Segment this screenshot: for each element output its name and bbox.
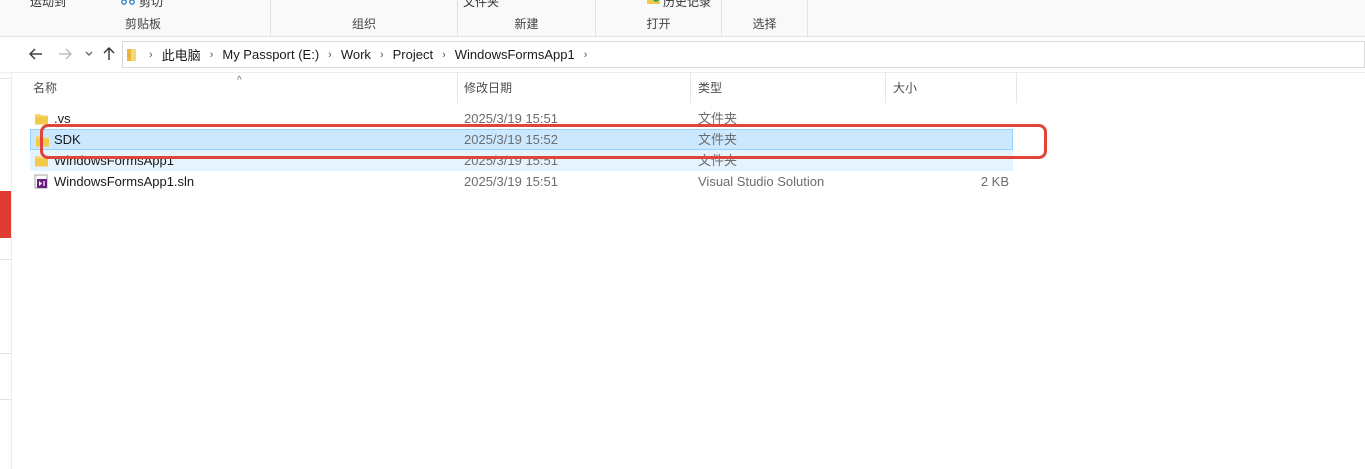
folder-icon [36,136,49,147]
arrow-up-icon [103,47,115,60]
chevron-right-icon[interactable]: › [149,49,153,61]
breadcrumb-this-pc[interactable]: 此电脑 [162,45,201,64]
folder-icon [127,48,136,61]
ribbon-group-select: 选择 [722,0,808,37]
vs-solution-icon [34,174,48,189]
file-type: 文件夹 [698,132,738,147]
file-date: 2025/3/19 15:51 [464,174,558,189]
ribbon-group-new: 新建 [458,0,596,37]
file-date: 2025/3/19 15:51 [464,111,558,126]
list-item[interactable]: WindowsFormsApp1 2025/3/19 15:51 文件夹 [30,150,1013,171]
breadcrumb-windowsformsapp1[interactable]: WindowsFormsApp1 [455,47,575,62]
ribbon-group-label: 新建 [514,17,539,31]
file-type: Visual Studio Solution [698,174,825,189]
file-date: 2025/3/19 15:52 [464,132,558,147]
file-date: 2025/3/19 15:51 [464,153,558,168]
file-name: .vs [54,111,71,126]
ribbon-group-label: 剪贴板 [124,17,161,31]
chevron-right-icon[interactable]: › [328,49,332,61]
ribbon-group-organize: 组织 [271,0,458,37]
column-headers: 名称 修改日期 类型 大小 [12,73,1365,103]
file-size: 2 KB [980,174,1009,189]
up-button[interactable] [99,44,119,64]
list-item-selected[interactable]: SDK 2025/3/19 15:52 文件夹 [30,129,1013,150]
nav-pane-item-highlight[interactable] [0,191,11,238]
file-name: WindowsFormsApp1.sln [54,174,195,189]
file-type: 文件夹 [698,153,738,168]
file-name: WindowsFormsApp1 [54,153,174,168]
divider [0,78,11,79]
breadcrumb-drive[interactable]: My Passport (E:) [222,47,319,62]
folder-icon [35,156,48,167]
file-type: 文件夹 [698,111,738,126]
chevron-right-icon[interactable]: › [380,49,384,61]
back-button[interactable] [26,44,46,64]
divider [0,259,11,260]
file-size [889,150,1009,171]
file-name: SDK [54,132,81,147]
recent-locations-button[interactable] [79,44,99,64]
sort-ascending-icon: ^ [237,75,242,86]
column-header-type[interactable]: 类型 [689,73,886,103]
file-size [889,129,1009,150]
chevron-right-icon[interactable]: › [442,49,446,61]
ribbon-group-label: 选择 [752,17,777,31]
chevron-down-icon [85,51,93,56]
breadcrumb-project[interactable]: Project [393,47,433,62]
arrow-right-icon [59,48,72,60]
list-item[interactable]: WindowsFormsApp1.sln 2025/3/19 15:51 Vis… [30,171,1013,192]
arrow-left-icon [29,48,42,60]
list-item[interactable]: .vs 2025/3/19 15:51 文件夹 [30,108,1013,129]
navigation-pane [0,73,12,469]
column-header-size[interactable]: 大小 [884,73,1017,103]
folder-icon [35,114,48,125]
ribbon-group-label: 打开 [646,17,671,31]
ribbon-group-clipboard: 剪贴板 [0,0,271,37]
ribbon-group-open: 打开 [596,0,722,37]
divider [0,399,11,400]
chevron-right-icon[interactable]: › [210,49,214,61]
address-bar[interactable]: › 此电脑 › My Passport (E:) › Work › Projec… [122,41,1365,68]
forward-button[interactable] [55,44,75,64]
navigation-bar: › 此电脑 › My Passport (E:) › Work › Projec… [0,37,1365,73]
ribbon-group-label: 组织 [351,17,376,31]
chevron-right-icon[interactable]: › [584,49,588,61]
breadcrumb-work[interactable]: Work [341,47,371,62]
file-size [889,108,1009,129]
divider [0,353,11,354]
column-header-date[interactable]: 修改日期 [455,73,691,103]
ribbon: 运动到 剪切 文件夹 历史记录 剪贴板 组织 新建 打开 选择 [0,0,1365,37]
